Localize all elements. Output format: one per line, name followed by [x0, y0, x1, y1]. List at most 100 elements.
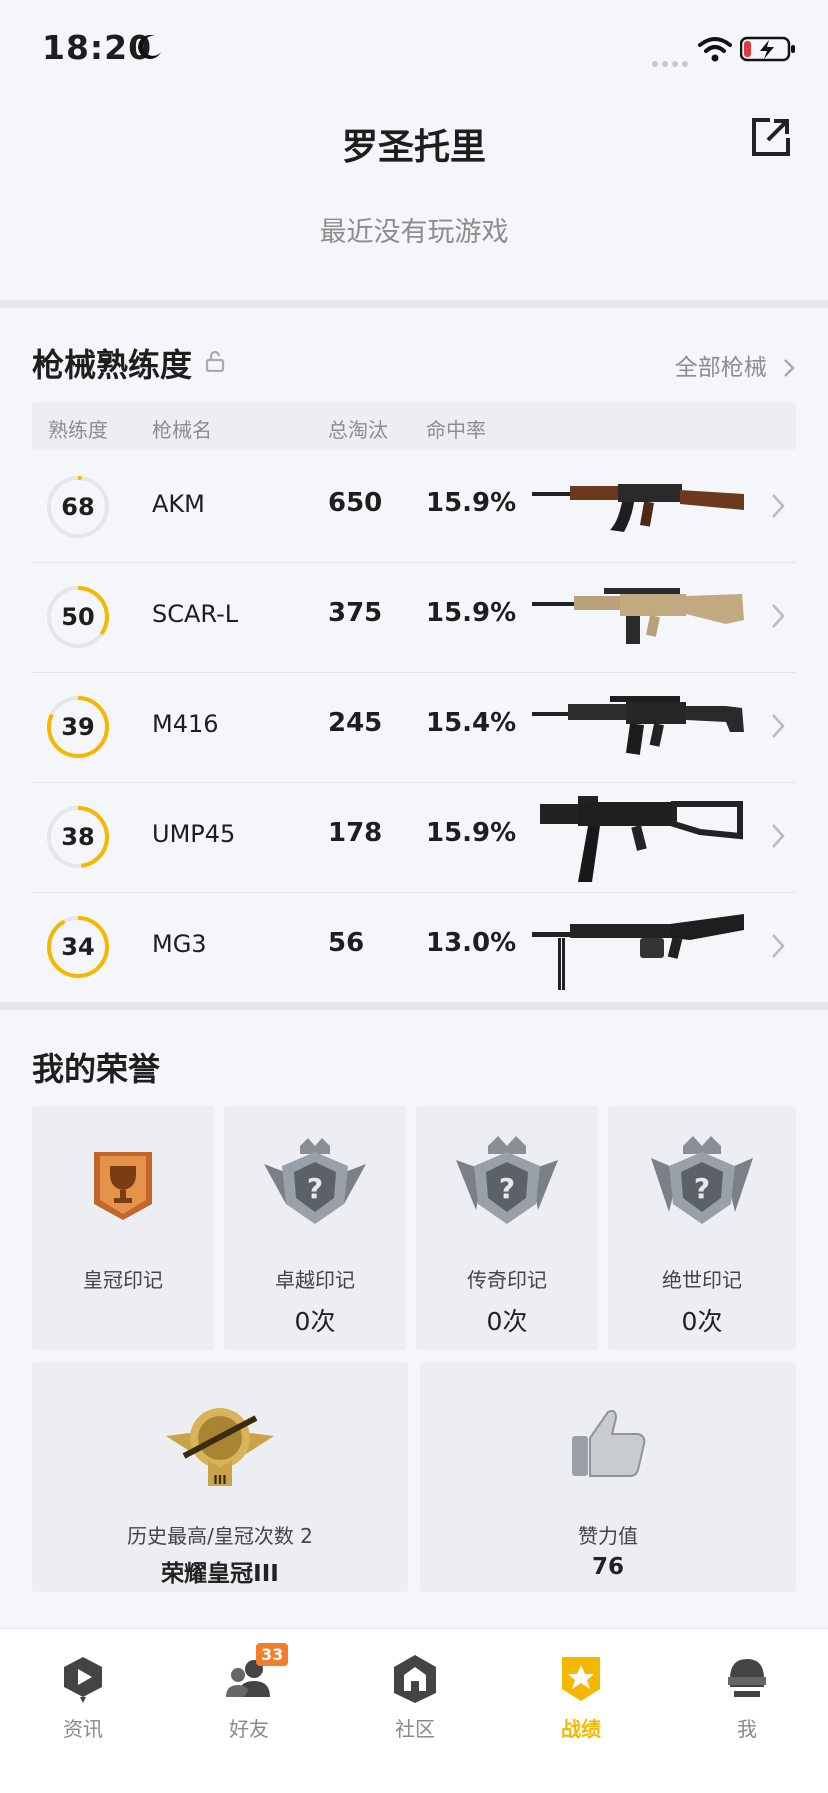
weapon-name: AKM: [152, 490, 205, 518]
mastery-level: 39: [61, 713, 95, 741]
honor-card-crown[interactable]: 皇冠印记: [32, 1106, 214, 1350]
honor-label: 绝世印记: [662, 1268, 742, 1292]
honor-card-history[interactable]: III 历史最高/皇冠次数 2 荣耀皇冠III: [32, 1362, 408, 1592]
honor-label: 卓越印记: [275, 1268, 355, 1292]
chevron-right-icon: [772, 934, 785, 958]
weapon-hit-rate: 15.9%: [426, 598, 517, 628]
section-divider: [0, 1002, 828, 1010]
likes-value: 76: [591, 1554, 624, 1580]
legend-badge-icon: ?: [456, 1136, 558, 1224]
likes-label: 赞力值: [578, 1524, 638, 1548]
col-weapon-name: 枪械名: [152, 418, 212, 442]
scar-l-image: [532, 588, 744, 644]
lock-icon[interactable]: [204, 350, 226, 372]
profile-header: 罗圣托里 最近没有玩游戏: [0, 100, 828, 300]
moon-icon: [138, 34, 161, 59]
friends-badge: 33: [256, 1643, 289, 1666]
chevron-right-icon: [772, 494, 785, 518]
last-played-status: 最近没有玩游戏: [319, 217, 509, 248]
tab-community[interactable]: 社区: [332, 1643, 498, 1753]
weapon-name: SCAR-L: [152, 600, 239, 628]
weapon-name: M416: [152, 710, 219, 738]
weapon-kills: 245: [328, 708, 383, 738]
weapon-mastery-title: 枪械熟练度: [32, 346, 193, 384]
weapon-row-scar-l[interactable]: 50 SCAR-L 375 15.9%: [32, 562, 796, 673]
weapon-table-header: 熟练度 枪械名 总淘汰 命中率: [32, 402, 796, 450]
tab-label: 资讯: [63, 1717, 103, 1741]
tab-profile[interactable]: 我: [664, 1643, 828, 1753]
page-title: 罗圣托里: [341, 127, 486, 168]
weapon-row-ump45[interactable]: 38 UMP45 178 15.9%: [32, 782, 796, 893]
tab-label: 好友: [229, 1717, 269, 1741]
weapon-hit-rate: 15.9%: [426, 488, 517, 518]
thumbs-up-icon: [572, 1409, 646, 1477]
glory-crown-badge-icon: III: [166, 1408, 274, 1487]
battery-icon: [740, 36, 795, 62]
col-mastery: 熟练度: [48, 418, 108, 442]
col-total-kills: 总淘汰: [328, 418, 388, 442]
tab-news[interactable]: 资讯: [0, 1643, 166, 1753]
weapon-hit-rate: 13.0%: [426, 928, 517, 958]
svg-text:?: ?: [694, 1172, 710, 1205]
excellence-badge-icon: ?: [264, 1138, 366, 1224]
community-icon: [394, 1655, 436, 1703]
weapon-hit-rate: 15.4%: [426, 708, 517, 738]
peerless-badge-icon: ?: [651, 1136, 753, 1224]
honor-card-legend[interactable]: ? 传奇印记 0次: [416, 1106, 598, 1350]
weapon-row-mg3[interactable]: 34 MG3 56 13.0%: [32, 892, 796, 1002]
status-bar: 18:20: [0, 0, 828, 100]
honor-card-excellence[interactable]: ? 卓越印记 0次: [224, 1106, 406, 1350]
all-weapons-link[interactable]: 全部枪械: [675, 348, 796, 382]
history-value: 荣耀皇冠III: [161, 1561, 279, 1587]
tab-friends[interactable]: 33 好友: [166, 1643, 332, 1753]
mastery-level: 68: [61, 493, 95, 521]
weapon-name: UMP45: [152, 820, 236, 848]
chevron-right-icon: [772, 714, 785, 738]
chevron-right-icon: [772, 604, 785, 628]
weapon-kills: 650: [328, 488, 383, 518]
mastery-level: 50: [61, 603, 95, 631]
weapon-mastery-header: 枪械熟练度 全部枪械: [32, 340, 796, 390]
share-icon[interactable]: [750, 116, 792, 158]
tab-label: 社区: [395, 1717, 435, 1741]
m416-image: [532, 696, 744, 755]
weapon-kills: 178: [328, 818, 383, 848]
record-icon: [562, 1657, 600, 1701]
weapon-kills: 56: [328, 928, 365, 958]
col-hit-rate: 命中率: [426, 418, 486, 442]
honor-count: 0次: [681, 1307, 723, 1336]
wifi-icon: [698, 37, 732, 62]
weapon-row-akm[interactable]: 68 AKM 650 15.9%: [32, 452, 796, 563]
tab-label: 战绩: [561, 1717, 601, 1741]
svg-text:III: III: [213, 1473, 226, 1487]
tab-record[interactable]: 战绩: [498, 1643, 664, 1753]
profile-icon: [728, 1659, 766, 1697]
honor-count: 0次: [486, 1307, 528, 1336]
weapon-kills: 375: [328, 598, 383, 628]
mastery-level: 34: [61, 933, 95, 961]
tab-label: 我: [737, 1717, 757, 1741]
ump45-image: [540, 796, 743, 882]
honor-card-likes[interactable]: 赞力值 76: [420, 1362, 796, 1592]
bottom-tab-bar: 资讯 33 好友 社区 战绩 我: [0, 1628, 828, 1793]
weapon-name: MG3: [152, 930, 207, 958]
mg3-image: [532, 914, 744, 990]
akm-image: [532, 484, 744, 532]
trophy-badge-icon: [94, 1152, 152, 1220]
honor-title: 我的荣誉: [32, 1050, 161, 1088]
weapon-row-m416[interactable]: 39 M416 245 15.4%: [32, 672, 796, 783]
svg-text:?: ?: [307, 1172, 323, 1205]
honor-card-peerless[interactable]: ? 绝世印记 0次: [608, 1106, 796, 1350]
honor-label: 皇冠印记: [83, 1268, 163, 1292]
news-icon: [64, 1657, 102, 1703]
section-divider: [0, 300, 828, 308]
chevron-right-icon: [772, 824, 785, 848]
signal-icon: [652, 52, 692, 71]
history-label: 历史最高/皇冠次数 2: [127, 1524, 313, 1548]
honor-label: 传奇印记: [467, 1268, 547, 1292]
svg-text:?: ?: [499, 1172, 515, 1205]
chevron-right-icon: [784, 359, 795, 377]
weapon-hit-rate: 15.9%: [426, 818, 517, 848]
honor-count: 0次: [294, 1307, 336, 1336]
mastery-level: 38: [61, 823, 95, 851]
